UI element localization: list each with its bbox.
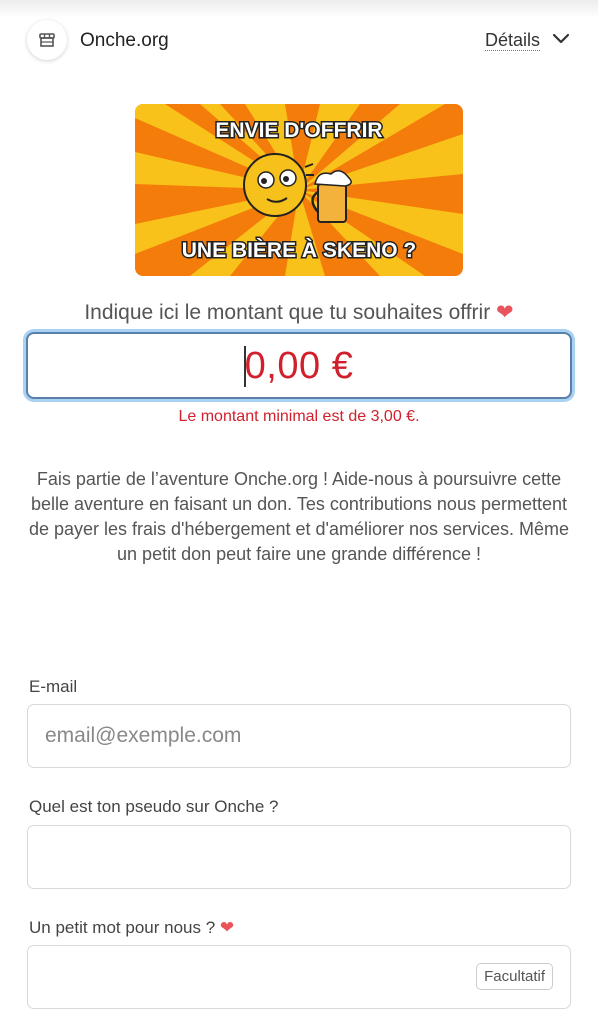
amount-error: Le montant minimal est de 3,00 €. [178, 408, 420, 425]
pseudo-field[interactable] [27, 825, 571, 889]
amount-input[interactable]: 0,00 € [26, 332, 572, 399]
heart-icon: ❤ [496, 301, 514, 324]
message-label: Un petit mot pour nous ? ❤ [29, 918, 234, 938]
amount-value: 0,00 € [244, 345, 354, 387]
banner-line2: UNE BIÈRE À SKENO ? [182, 239, 417, 262]
message-label-text: Un petit mot pour nous ? [29, 918, 216, 937]
chevron-down-icon[interactable] [552, 32, 570, 46]
heart-icon: ❤ [219, 918, 235, 937]
message-field[interactable]: Facultatif [27, 945, 571, 1009]
top-shadow [0, 0, 598, 18]
email-label: E-mail [29, 677, 78, 696]
email-field[interactable] [27, 704, 571, 768]
banner-line1: ENVIE D'OFFRIR [215, 119, 382, 142]
storefront-icon[interactable] [27, 20, 67, 60]
optional-badge: Facultatif [476, 963, 553, 990]
amount-prompt-text: Indique ici le montant que tu souhaites … [84, 301, 491, 324]
donation-banner: ENVIE D'OFFRIR UNE BIÈRE À SKENO ? [135, 104, 463, 276]
pseudo-label: Quel est ton pseudo sur Onche ? [29, 797, 279, 816]
donation-description: Fais partie de l’aventure Onche.org ! Ai… [28, 469, 570, 564]
details-toggle[interactable]: Détails [484, 30, 540, 51]
site-name: Onche.org [80, 30, 169, 51]
amount-prompt: Indique ici le montant que tu souhaites … [0, 300, 598, 325]
header: Onche.org Détails [0, 18, 598, 64]
